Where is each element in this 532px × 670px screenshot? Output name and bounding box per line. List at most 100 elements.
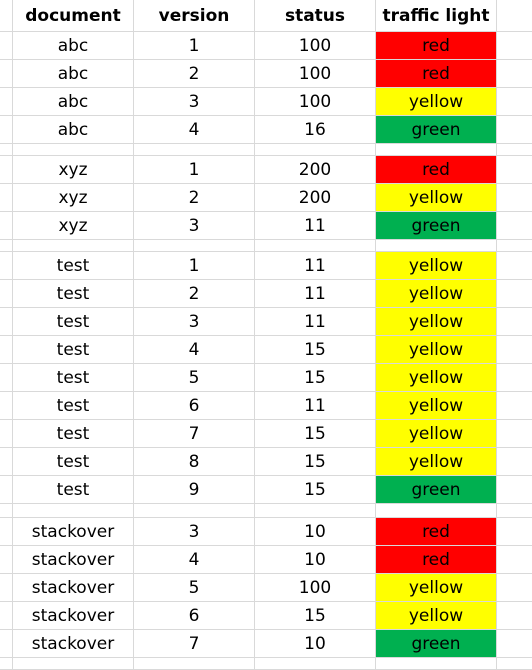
traffic-light-cell[interactable]: yellow <box>376 252 497 279</box>
row-gutter-cell[interactable] <box>0 546 13 573</box>
document-cell[interactable]: abc <box>13 116 134 143</box>
empty-cell[interactable] <box>0 144 13 155</box>
row-gutter-cell[interactable] <box>0 518 13 545</box>
empty-cell[interactable] <box>497 364 532 391</box>
empty-cell[interactable] <box>0 504 13 517</box>
empty-cell[interactable] <box>497 476 532 503</box>
empty-cell[interactable] <box>376 240 497 251</box>
document-cell[interactable]: test <box>13 420 134 447</box>
document-cell[interactable]: test <box>13 448 134 475</box>
traffic-light-cell[interactable]: yellow <box>376 420 497 447</box>
version-cell[interactable]: 3 <box>134 88 255 115</box>
status-cell[interactable]: 15 <box>255 448 376 475</box>
row-gutter-cell[interactable] <box>0 252 13 279</box>
empty-cell[interactable] <box>376 144 497 155</box>
document-cell[interactable]: abc <box>13 32 134 59</box>
empty-cell[interactable] <box>497 144 532 155</box>
row-gutter-cell[interactable] <box>0 392 13 419</box>
traffic-light-cell[interactable]: yellow <box>376 336 497 363</box>
traffic-light-cell[interactable]: green <box>376 212 497 239</box>
traffic-light-cell[interactable]: green <box>376 116 497 143</box>
version-cell[interactable]: 2 <box>134 280 255 307</box>
empty-cell[interactable] <box>497 280 532 307</box>
version-cell[interactable]: 1 <box>134 252 255 279</box>
row-gutter-cell[interactable] <box>0 602 13 629</box>
empty-cell[interactable] <box>497 32 532 59</box>
empty-cell[interactable] <box>134 144 255 155</box>
row-gutter-cell[interactable] <box>0 280 13 307</box>
document-cell[interactable]: stackover <box>13 574 134 601</box>
traffic-light-cell[interactable]: red <box>376 546 497 573</box>
empty-cell[interactable] <box>0 658 13 669</box>
empty-cell[interactable] <box>134 658 255 669</box>
traffic-light-cell[interactable]: red <box>376 32 497 59</box>
empty-cell[interactable] <box>497 448 532 475</box>
status-cell[interactable]: 10 <box>255 630 376 657</box>
traffic-light-cell[interactable]: red <box>376 60 497 87</box>
document-cell[interactable]: xyz <box>13 156 134 183</box>
document-cell[interactable]: test <box>13 280 134 307</box>
version-cell[interactable]: 4 <box>134 546 255 573</box>
status-cell[interactable]: 100 <box>255 88 376 115</box>
status-cell[interactable]: 16 <box>255 116 376 143</box>
traffic-light-cell[interactable]: red <box>376 518 497 545</box>
status-cell[interactable]: 11 <box>255 252 376 279</box>
version-cell[interactable]: 4 <box>134 116 255 143</box>
traffic-light-cell[interactable]: yellow <box>376 308 497 335</box>
status-cell[interactable]: 15 <box>255 476 376 503</box>
empty-cell[interactable] <box>497 252 532 279</box>
version-cell[interactable]: 2 <box>134 60 255 87</box>
status-cell[interactable]: 10 <box>255 546 376 573</box>
row-gutter-cell[interactable] <box>0 88 13 115</box>
empty-cell[interactable] <box>497 88 532 115</box>
document-cell[interactable]: stackover <box>13 602 134 629</box>
version-cell[interactable]: 6 <box>134 392 255 419</box>
status-cell[interactable]: 15 <box>255 364 376 391</box>
row-gutter-cell[interactable] <box>0 476 13 503</box>
row-gutter-cell[interactable] <box>0 574 13 601</box>
empty-cell[interactable] <box>376 504 497 517</box>
version-cell[interactable]: 1 <box>134 32 255 59</box>
document-cell[interactable]: stackover <box>13 546 134 573</box>
document-cell[interactable]: abc <box>13 88 134 115</box>
empty-cell[interactable] <box>497 308 532 335</box>
version-cell[interactable]: 9 <box>134 476 255 503</box>
status-cell[interactable]: 100 <box>255 60 376 87</box>
empty-cell[interactable] <box>255 240 376 251</box>
row-gutter-cell[interactable] <box>0 184 13 211</box>
traffic-light-cell[interactable]: yellow <box>376 184 497 211</box>
empty-cell[interactable] <box>376 658 497 669</box>
empty-cell[interactable] <box>497 156 532 183</box>
row-gutter-cell[interactable] <box>0 212 13 239</box>
row-gutter-cell[interactable] <box>0 60 13 87</box>
document-cell[interactable]: test <box>13 336 134 363</box>
empty-cell[interactable] <box>497 392 532 419</box>
empty-cell[interactable] <box>255 658 376 669</box>
empty-cell[interactable] <box>497 240 532 251</box>
version-cell[interactable]: 3 <box>134 212 255 239</box>
status-cell[interactable]: 15 <box>255 602 376 629</box>
header-document[interactable]: document <box>13 0 134 31</box>
version-cell[interactable]: 3 <box>134 308 255 335</box>
empty-cell[interactable] <box>13 504 134 517</box>
status-cell[interactable]: 10 <box>255 518 376 545</box>
empty-cell[interactable] <box>13 658 134 669</box>
document-cell[interactable]: test <box>13 308 134 335</box>
version-cell[interactable]: 5 <box>134 574 255 601</box>
empty-cell[interactable] <box>497 504 532 517</box>
traffic-light-cell[interactable]: yellow <box>376 448 497 475</box>
status-cell[interactable]: 100 <box>255 32 376 59</box>
row-gutter-cell[interactable] <box>0 0 13 31</box>
empty-cell[interactable] <box>134 504 255 517</box>
document-cell[interactable]: test <box>13 476 134 503</box>
empty-cell[interactable] <box>497 420 532 447</box>
status-cell[interactable]: 15 <box>255 336 376 363</box>
status-cell[interactable]: 15 <box>255 420 376 447</box>
status-cell[interactable]: 11 <box>255 392 376 419</box>
row-gutter-cell[interactable] <box>0 630 13 657</box>
empty-cell[interactable] <box>13 240 134 251</box>
row-gutter-cell[interactable] <box>0 32 13 59</box>
traffic-light-cell[interactable]: red <box>376 156 497 183</box>
traffic-light-cell[interactable]: green <box>376 630 497 657</box>
version-cell[interactable]: 4 <box>134 336 255 363</box>
